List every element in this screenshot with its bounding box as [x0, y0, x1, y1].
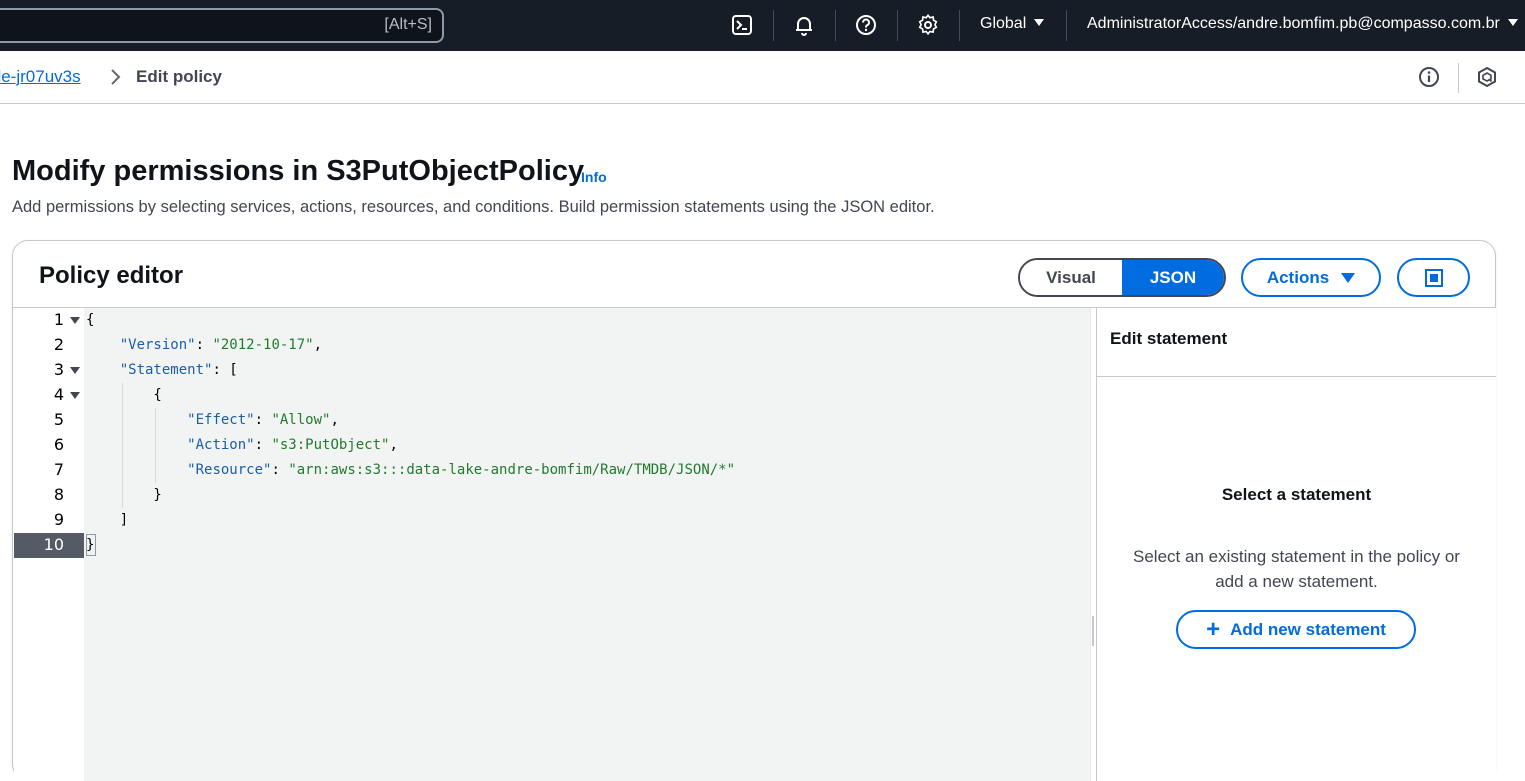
- side-panel-divider: [1097, 376, 1496, 377]
- fold-arrow-icon[interactable]: [70, 392, 80, 399]
- caret-down-icon: [1507, 19, 1518, 26]
- code-line: "Statement": [: [119, 362, 238, 378]
- line-number: 1: [14, 308, 84, 333]
- line-number: 6: [53, 435, 64, 454]
- line-number-gutter: 1 2 3 4 5 6 7 8 9 10: [14, 308, 84, 781]
- line-number: 7: [53, 460, 64, 479]
- account-menu[interactable]: AdministratorAccess/andre.bomfim.pb@comp…: [1087, 15, 1518, 33]
- line-number-active: 10: [14, 533, 84, 558]
- region-selector[interactable]: Global: [980, 15, 1045, 33]
- add-new-statement-button[interactable]: + Add new statement: [1176, 610, 1416, 649]
- code-line: "Resource": "arn:aws:s3:::data-lake-andr…: [187, 462, 736, 478]
- edit-statement-title: Edit statement: [1110, 329, 1228, 348]
- chevron-right-icon: [111, 69, 121, 85]
- nav-divider: [835, 10, 836, 41]
- breadcrumb: ole-jr07uv3s Edit policy: [0, 51, 1525, 104]
- nav-divider: [897, 10, 898, 41]
- visual-mode-button[interactable]: Visual: [1020, 260, 1122, 295]
- code-line: ]: [86, 512, 129, 528]
- editor-mode-toggle: Visual JSON: [1018, 258, 1226, 297]
- line-number: 9: [53, 510, 64, 529]
- info-panel-icon[interactable]: [1416, 64, 1442, 90]
- json-mode-button[interactable]: JSON: [1122, 260, 1224, 295]
- top-navigation: [Alt+S] Global AdministratorAccess/andre…: [0, 0, 1525, 51]
- policy-editor-panel: Policy editor Visual JSON Actions 1 2 3 …: [12, 240, 1496, 781]
- code-line: "Effect": "Allow",: [187, 412, 339, 428]
- code-line: {: [86, 312, 95, 328]
- actions-label: Actions: [1266, 267, 1330, 287]
- line-number: 2: [53, 335, 64, 354]
- account-label: AdministratorAccess/andre.bomfim.pb@comp…: [1087, 15, 1500, 32]
- nav-divider: [1066, 10, 1067, 41]
- fold-arrow-icon[interactable]: [70, 317, 80, 324]
- plus-icon: +: [1206, 615, 1221, 643]
- region-label: Global: [980, 15, 1027, 32]
- code-line: {: [86, 387, 162, 403]
- json-code-editor[interactable]: { "Version": "2012-10-17", "Statement": …: [84, 308, 1090, 781]
- breadcrumb-current: Edit policy: [136, 67, 222, 86]
- empty-state-text: Select an existing statement in the poli…: [1133, 547, 1460, 591]
- policy-editor-title: Policy editor: [39, 262, 184, 289]
- nav-divider: [959, 10, 960, 41]
- page-title: Modify permissions in S3PutObjectPolicy: [12, 155, 585, 187]
- amazon-q-icon[interactable]: [1474, 64, 1500, 90]
- code-line: "Action": "s3:PutObject",: [187, 437, 398, 453]
- edit-statement-panel: Edit statement Select a statement Select…: [1096, 308, 1496, 781]
- bell-icon[interactable]: [791, 12, 817, 38]
- code-line: }: [86, 537, 95, 553]
- info-link[interactable]: Info: [581, 169, 607, 185]
- caret-down-icon: [1341, 272, 1356, 283]
- breadcrumb-parent-link[interactable]: ole-jr07uv3s: [0, 67, 81, 87]
- line-number: 4: [14, 383, 84, 408]
- gear-icon[interactable]: [915, 12, 941, 38]
- actions-dropdown-button[interactable]: Actions: [1241, 258, 1381, 297]
- line-number: 3: [14, 358, 84, 383]
- line-number: 5: [53, 410, 64, 429]
- empty-state-title: Select a statement: [1221, 485, 1372, 504]
- nav-divider: [773, 10, 774, 41]
- search-input[interactable]: [Alt+S]: [0, 8, 444, 43]
- fullscreen-icon: [1424, 268, 1443, 287]
- search-shortcut-hint: [Alt+S]: [384, 16, 432, 33]
- help-icon[interactable]: [853, 12, 879, 38]
- fold-arrow-icon[interactable]: [70, 367, 80, 374]
- fullscreen-button[interactable]: [1397, 258, 1470, 297]
- code-line: }: [86, 487, 162, 503]
- resize-handle[interactable]: [1092, 616, 1094, 646]
- caret-down-icon: [1034, 19, 1045, 26]
- code-line: "Version": "2012-10-17",: [119, 337, 323, 353]
- breadcrumb-divider: [1458, 63, 1459, 93]
- page-description: Add permissions by selecting services, a…: [12, 198, 935, 216]
- line-number: 8: [53, 485, 64, 504]
- cloudshell-icon[interactable]: [729, 12, 755, 38]
- add-new-statement-label: Add new statement: [1230, 619, 1386, 639]
